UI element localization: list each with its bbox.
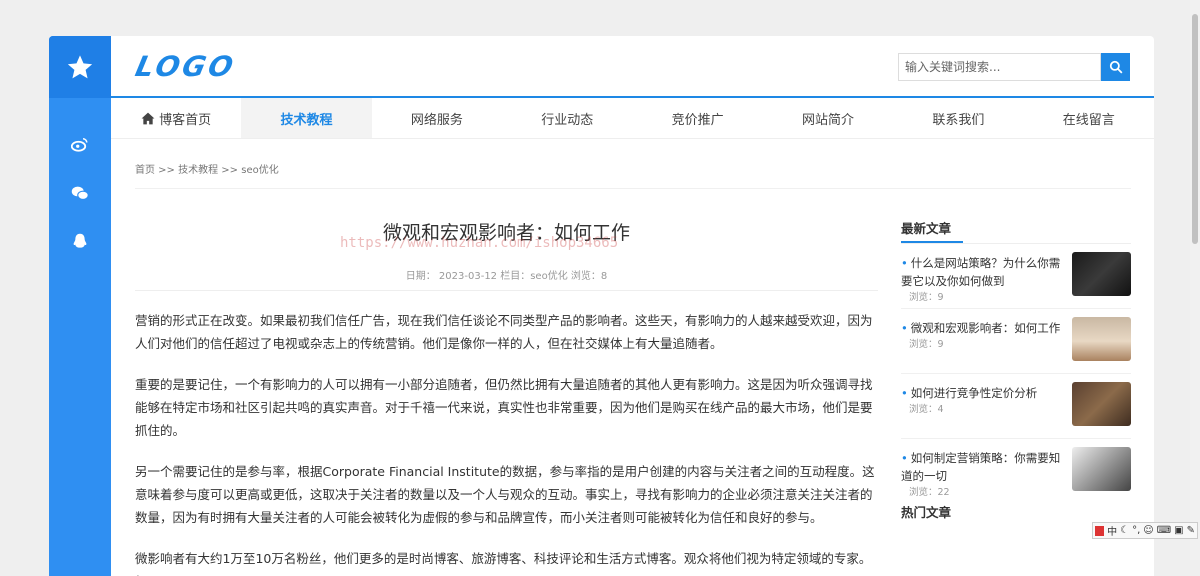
nav-item-contact[interactable]: 联系我们: [893, 98, 1023, 138]
divider: [135, 290, 878, 291]
nav-label: 技术教程: [280, 112, 333, 128]
post-thumbnail[interactable]: [1072, 252, 1131, 296]
post-views: 浏览：4: [909, 404, 944, 415]
ime-punct-icon: °,: [1132, 525, 1141, 536]
home-icon: [141, 112, 155, 125]
scrollbar-thumb[interactable]: [1192, 14, 1198, 244]
list-item[interactable]: 微观和宏观影响者：如何工作 浏览：9: [901, 309, 1131, 374]
qq-button[interactable]: [49, 233, 111, 250]
ime-moon-icon: ☾: [1120, 525, 1130, 536]
ime-chinese-icon: 中: [1107, 527, 1118, 538]
left-sidebar: [49, 36, 111, 576]
ime-logo-icon: [1095, 525, 1105, 536]
main-nav: 博客首页 技术教程 网络服务 行业动态 竞价推广 网站简介 联系我们 在线留言: [111, 96, 1154, 139]
list-item[interactable]: 如何进行竞争性定价分析 浏览：4: [901, 374, 1131, 439]
post-title[interactable]: 微观和宏观影响者：如何工作: [901, 319, 1061, 337]
hot-posts-title: 热门文章: [901, 505, 952, 520]
wechat-icon: [71, 186, 89, 200]
ime-toolbar[interactable]: 中 ☾ °, ☺ ⌨ ▣ ✎: [1092, 522, 1198, 539]
nav-item-about[interactable]: 网站简介: [763, 98, 893, 138]
post-title[interactable]: 什么是网站策略？为什么你需要它以及你如何做到: [901, 254, 1061, 290]
weibo-button[interactable]: [49, 136, 111, 152]
weibo-icon: [71, 138, 88, 152]
right-sidebar: 最新文章 什么是网站策略？为什么你需要它以及你如何做到 浏览：9 微观和宏观影响…: [901, 211, 1131, 503]
ime-tool-icon: ✎: [1186, 525, 1195, 536]
watermark: https://www.huzhan.com/ishop34665: [340, 235, 619, 251]
nav-label: 竞价推广: [671, 112, 724, 128]
nav-label: 网络服务: [410, 112, 463, 128]
article: 微观和宏观影响者：如何工作 日期： 2023-03-12 栏目：seo优化 浏览…: [135, 211, 878, 576]
qq-icon: [73, 233, 87, 248]
favorite-button[interactable]: [49, 36, 111, 98]
ime-keyboard-icon: ⌨: [1156, 525, 1172, 536]
post-thumbnail[interactable]: [1072, 382, 1131, 426]
nav-item-home[interactable]: 博客首页: [111, 98, 241, 138]
post-title[interactable]: 如何进行竞争性定价分析: [901, 384, 1061, 402]
list-item[interactable]: 如何制定营销策略：你需要知道的一切 浏览：22: [901, 439, 1131, 503]
ime-emoji-icon: ☺: [1143, 525, 1154, 536]
post-views: 浏览：9: [909, 339, 944, 350]
search-input[interactable]: [898, 53, 1101, 81]
nav-label: 在线留言: [1062, 112, 1115, 128]
post-views: 浏览：9: [909, 292, 944, 303]
page-card: LOGO 博客首页 技术教程 网络服务 行业动态 竞价推广 网站简介 联系我们 …: [49, 36, 1154, 576]
nav-item-ppc[interactable]: 竞价推广: [633, 98, 763, 138]
wechat-button[interactable]: [49, 185, 111, 201]
main-area: LOGO 博客首页 技术教程 网络服务 行业动态 竞价推广 网站简介 联系我们 …: [111, 36, 1154, 576]
scrollbar[interactable]: [1190, 0, 1200, 560]
list-item[interactable]: 什么是网站策略？为什么你需要它以及你如何做到 浏览：9: [901, 244, 1131, 309]
nav-label: 行业动态: [541, 112, 594, 128]
breadcrumb[interactable]: 首页 >> 技术教程 >> seo优化: [135, 161, 279, 176]
site-logo[interactable]: LOGO: [132, 50, 238, 83]
post-thumbnail[interactable]: [1072, 317, 1131, 361]
latest-posts-title: 最新文章: [901, 218, 1131, 243]
nav-item-industry-news[interactable]: 行业动态: [502, 98, 632, 138]
divider: [135, 188, 1131, 189]
nav-label: 网站简介: [802, 112, 855, 128]
article-paragraph: 微影响者有大约1万至10万名粉丝，他们更多的是时尚博客、旅游博客、科技评论和生活…: [135, 551, 872, 576]
nav-item-network-services[interactable]: 网络服务: [372, 98, 502, 138]
nav-label: 联系我们: [932, 112, 985, 128]
article-paragraph: 营销的形式正在改变。如果最初我们信任广告，现在我们信任谈论不同类型产品的影响者。…: [135, 313, 873, 351]
header: LOGO: [111, 36, 1154, 98]
article-paragraph: 另一个需要记住的是参与率，根据Corporate Financial Insti…: [135, 464, 875, 525]
nav-item-tutorials[interactable]: 技术教程: [241, 98, 372, 138]
post-title[interactable]: 如何制定营销策略：你需要知道的一切: [901, 449, 1061, 485]
nav-label: 博客首页: [159, 112, 212, 128]
article-meta: 日期： 2023-03-12 栏目：seo优化 浏览：8: [405, 271, 608, 282]
search-button[interactable]: [1101, 53, 1130, 81]
post-views: 浏览：22: [909, 487, 950, 498]
post-thumbnail[interactable]: [1072, 447, 1131, 491]
article-paragraph: 重要的是要记住，一个有影响力的人可以拥有一小部分追随者，但仍然比拥有大量追随者的…: [135, 377, 873, 438]
star-icon: [67, 55, 93, 79]
search-icon: [1109, 60, 1122, 74]
nav-item-message[interactable]: 在线留言: [1024, 98, 1154, 138]
ime-skin-icon: ▣: [1174, 525, 1184, 536]
